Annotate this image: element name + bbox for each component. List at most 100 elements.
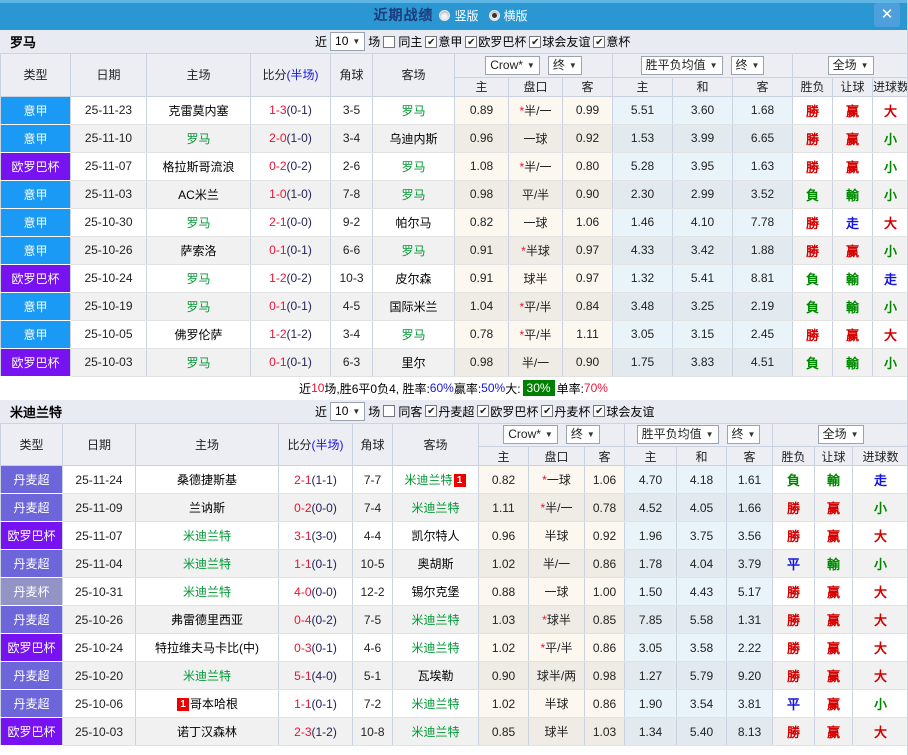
league-label[interactable]: 球会友谊: [542, 33, 590, 50]
league-label[interactable]: 意杯: [606, 33, 630, 50]
team-name[interactable]: 帕尔马: [395, 216, 431, 230]
same-venue-label[interactable]: 同客: [398, 403, 422, 420]
team-name[interactable]: 罗马: [401, 328, 425, 342]
avg-draw-odds: 5.79: [677, 662, 727, 690]
away-team: 米迪兰特: [393, 494, 479, 522]
team-name[interactable]: AC米兰: [178, 188, 219, 202]
match-type-badge: 丹麦超: [1, 606, 63, 634]
team-name[interactable]: 罗马: [186, 300, 210, 314]
radio-vertical-label[interactable]: 竖版: [454, 7, 478, 24]
summary-segment: 大:: [505, 380, 520, 397]
result-winloss: 勝: [793, 152, 833, 180]
league-checkbox[interactable]: [425, 405, 437, 417]
avg-time-select[interactable]: 终▼: [731, 56, 765, 75]
team-name[interactable]: 米迪兰特: [183, 585, 231, 599]
scope-select[interactable]: 全场▼: [818, 425, 864, 444]
same-venue-label[interactable]: 同主: [398, 33, 422, 50]
team-name[interactable]: 佛罗伦萨: [174, 328, 222, 342]
team-name[interactable]: 特拉维夫马卡比(中): [155, 641, 259, 655]
team-name[interactable]: 乌迪内斯: [389, 132, 437, 146]
team-name[interactable]: 罗马: [401, 244, 425, 258]
league-label[interactable]: 欧罗巴杯: [490, 403, 538, 420]
league-label[interactable]: 丹麦超: [438, 403, 474, 420]
team-name[interactable]: 国际米兰: [389, 300, 437, 314]
team-name[interactable]: 米迪兰特: [183, 557, 231, 571]
radio-horizontal-label[interactable]: 横版: [504, 7, 528, 24]
team-name[interactable]: 兰讷斯: [189, 501, 225, 515]
team-name[interactable]: 罗马: [401, 104, 425, 118]
team-name[interactable]: 米迪兰特: [183, 669, 231, 683]
league-checkbox[interactable]: [529, 36, 541, 48]
radio-horizontal[interactable]: [489, 10, 500, 21]
match-row: 意甲25-10-05佛罗伦萨1-2(1-2)3-4罗马0.78*平/半1.113…: [1, 320, 908, 348]
team-name[interactable]: 米迪兰特: [411, 501, 459, 515]
team-name[interactable]: 格拉斯哥流浪: [162, 160, 234, 174]
league-checkbox[interactable]: [425, 36, 437, 48]
team-name[interactable]: 米迪兰特: [411, 725, 459, 739]
team-name[interactable]: 里尔: [401, 356, 425, 370]
match-count-select[interactable]: 10▼: [330, 32, 365, 51]
team-name[interactable]: 罗马: [186, 272, 210, 286]
team-name[interactable]: 瓦埃勒: [417, 669, 453, 683]
odds-company-select[interactable]: Crow*▼: [485, 56, 540, 75]
team-name[interactable]: 弗雷德里西亚: [171, 613, 243, 627]
result-goals: 大: [853, 522, 908, 550]
team-name[interactable]: 罗马: [401, 188, 425, 202]
avg-away-odds: 4.51: [733, 348, 793, 376]
match-row: 意甲25-10-26萨索洛0-1(0-1)6-6罗马0.91*半球0.974.3…: [1, 236, 908, 264]
league-label[interactable]: 球会友谊: [606, 403, 654, 420]
avg-type-select[interactable]: 胜平负均值▼: [641, 56, 723, 75]
team-name[interactable]: 凯尔特人: [411, 529, 459, 543]
league-checkbox[interactable]: [465, 36, 477, 48]
team-name[interactable]: 罗马: [186, 356, 210, 370]
match-date: 25-10-03: [63, 718, 136, 746]
team-name[interactable]: 克雷莫内塞: [168, 104, 228, 118]
away-odds: 0.86: [585, 690, 625, 718]
same-venue-checkbox[interactable]: [383, 405, 395, 417]
team-name[interactable]: 罗马: [186, 216, 210, 230]
team-name[interactable]: 罗马: [401, 160, 425, 174]
league-label[interactable]: 丹麦杯: [554, 403, 590, 420]
col-score: 比分(半场): [279, 424, 353, 466]
team-name[interactable]: 米迪兰特: [411, 697, 459, 711]
league-label[interactable]: 欧罗巴杯: [478, 33, 526, 50]
match-score: 3-1(3-0): [279, 522, 353, 550]
league-label[interactable]: 意甲: [438, 33, 462, 50]
radio-vertical[interactable]: [439, 10, 450, 21]
odds-time-select[interactable]: 终▼: [548, 56, 582, 75]
league-checkbox[interactable]: [593, 36, 605, 48]
team-name[interactable]: 锡尔克堡: [411, 585, 459, 599]
team-name[interactable]: 罗马: [186, 132, 210, 146]
odds-time-select[interactable]: 终▼: [566, 425, 600, 444]
team-name[interactable]: 哥本哈根: [190, 697, 238, 711]
rank-badge: 1: [177, 698, 189, 711]
away-team: 米迪兰特: [393, 690, 479, 718]
team-name[interactable]: 米迪兰特: [183, 529, 231, 543]
match-type-badge: 丹麦超: [1, 690, 63, 718]
home-team: 佛罗伦萨: [147, 320, 251, 348]
league-checkbox[interactable]: [593, 405, 605, 417]
team-name[interactable]: 皮尔森: [395, 272, 431, 286]
avg-type-select[interactable]: 胜平负均值▼: [637, 425, 719, 444]
match-count-select[interactable]: 10▼: [330, 402, 365, 421]
team-name[interactable]: 桑德捷斯基: [177, 473, 237, 487]
star-marker: *: [521, 244, 526, 258]
team-name[interactable]: 米迪兰特: [404, 473, 452, 487]
same-venue-checkbox[interactable]: [383, 36, 395, 48]
scope-select[interactable]: 全场▼: [828, 56, 874, 75]
team-name[interactable]: 诺丁汉森林: [177, 725, 237, 739]
avg-draw-odds: 4.05: [677, 494, 727, 522]
corner-count: 7-2: [353, 690, 393, 718]
team-name[interactable]: 米迪兰特: [411, 641, 459, 655]
away-team: 皮尔森: [373, 264, 455, 292]
league-checkbox[interactable]: [477, 405, 489, 417]
close-button[interactable]: ✕: [874, 3, 900, 27]
avg-time-select[interactable]: 终▼: [727, 425, 761, 444]
team-name[interactable]: 米迪兰特: [411, 613, 459, 627]
odds-company-select[interactable]: Crow*▼: [503, 425, 558, 444]
avg-away-odds: 6.65: [733, 124, 793, 152]
team-name[interactable]: 奥胡斯: [417, 557, 453, 571]
team-name[interactable]: 萨索洛: [180, 244, 216, 258]
league-checkbox[interactable]: [541, 405, 553, 417]
col-away: 客场: [393, 424, 479, 466]
